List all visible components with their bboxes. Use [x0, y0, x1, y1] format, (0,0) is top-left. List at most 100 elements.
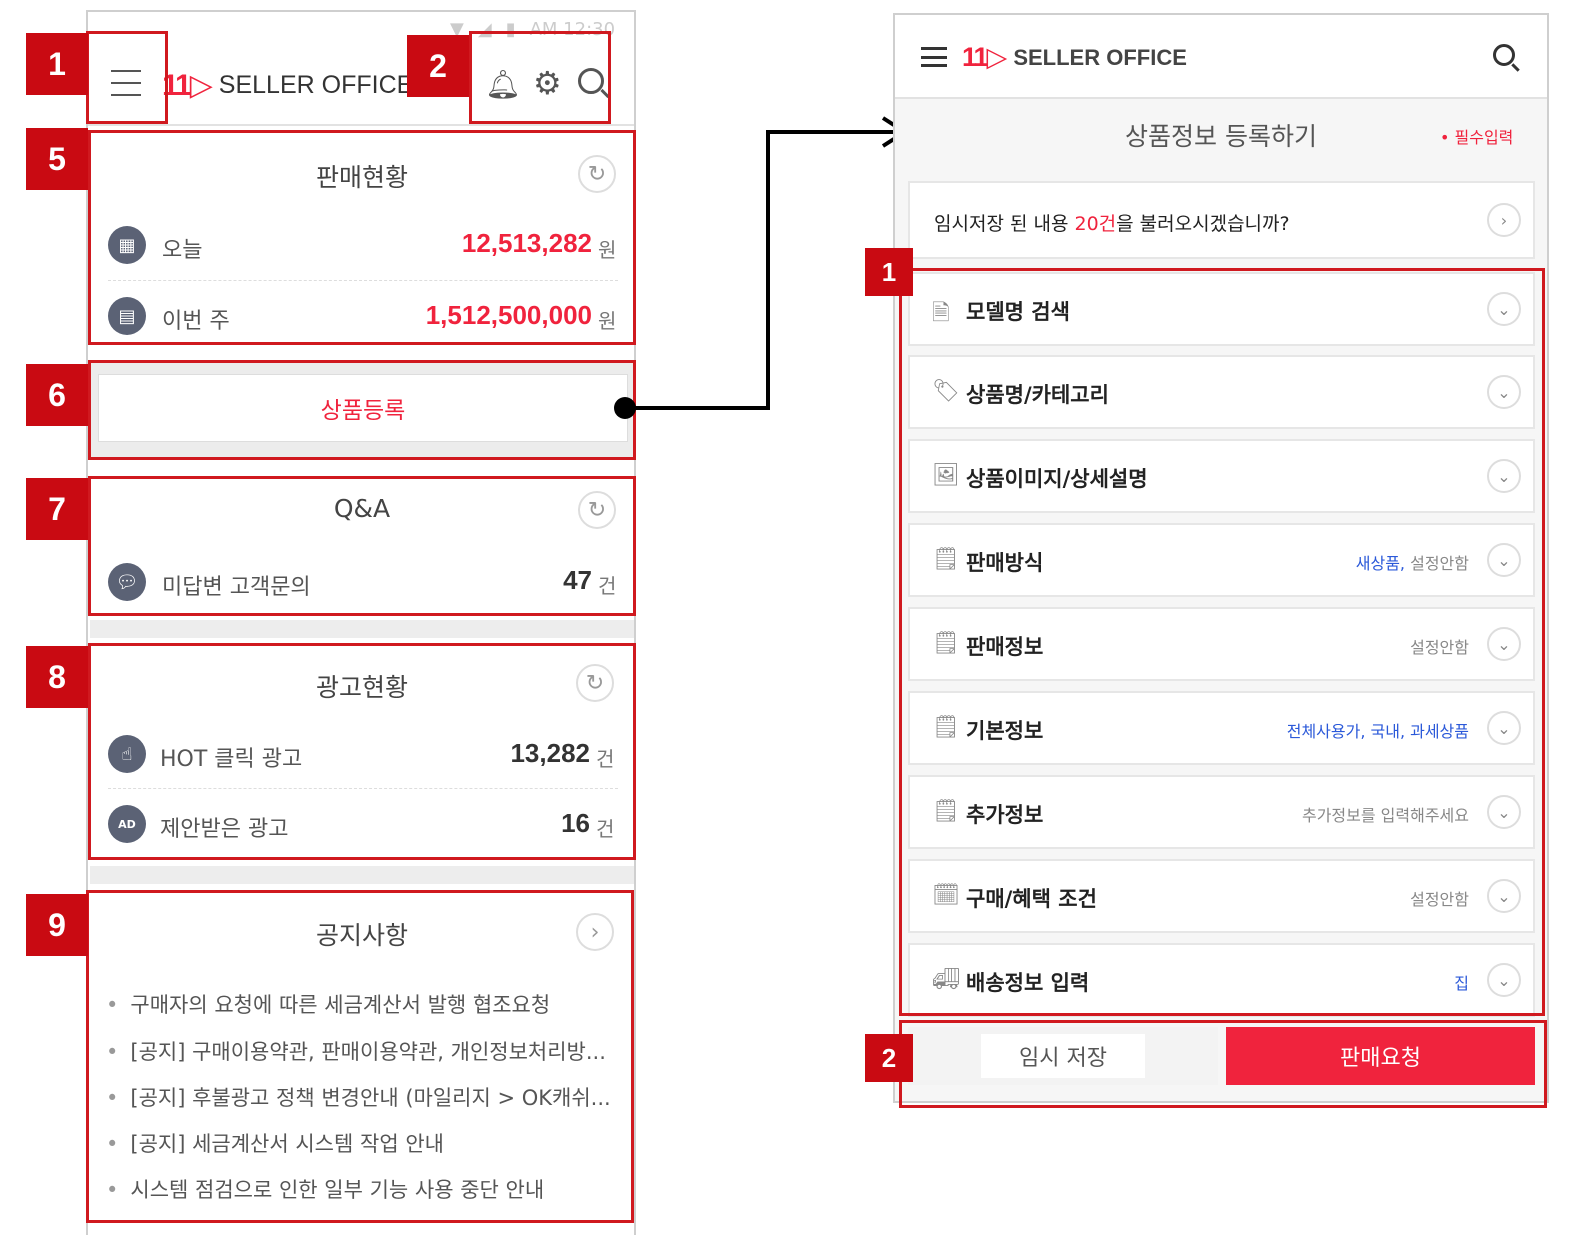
info-doc-icon: 🗒︎: [932, 799, 960, 824]
qna-refresh-icon[interactable]: ↻: [578, 491, 616, 529]
row-product-image-detail[interactable]: 🖼︎ 상품이미지/상세설명 ⌄: [908, 439, 1535, 513]
search-icon[interactable]: [1493, 44, 1515, 66]
row-product-name-category[interactable]: 🏷︎ 상품명/카테고리 ⌄: [908, 355, 1535, 429]
status-time: AM 12:30: [529, 18, 616, 40]
gear-icon[interactable]: ⚙: [533, 64, 562, 102]
temp-load-prefix: 임시저장 된 내용: [934, 213, 1075, 235]
chevron-down-icon: ⌄: [1487, 375, 1521, 409]
logo-arrow-icon: ▷: [986, 42, 1008, 73]
badge-8: 8: [26, 646, 88, 708]
row-label: 모델명 검색: [966, 300, 1070, 324]
row-label: 상품명/카테고리: [966, 383, 1109, 407]
section-separator-2: [90, 866, 634, 884]
register-product-label: 상품등록: [320, 398, 406, 424]
tag-icon: 🏷︎: [932, 379, 960, 404]
row-label: 추가정보: [966, 803, 1044, 827]
section-separator: [90, 620, 634, 638]
temp-load-banner[interactable]: 임시저장 된 내용 20건을 불러오시겠습니까? ›: [908, 181, 1535, 259]
row-value: 추가정보를 입력해주세요: [1301, 806, 1469, 825]
today-value: 12,513,282: [461, 228, 592, 258]
badge-right-1: 1: [865, 248, 913, 296]
chevron-down-icon: ⌄: [1487, 459, 1521, 493]
chevron-down-icon: ⌄: [1487, 711, 1521, 745]
badge-7: 7: [26, 478, 88, 540]
calendar-week-icon: ▤: [108, 297, 146, 335]
seller-office-logo: 11 ▷ SELLER OFFICE: [162, 68, 413, 103]
click-pointer-icon: ☝︎: [108, 735, 146, 773]
row-shipping-info[interactable]: 🚚︎ 배송정보 입력 집 ⌄: [908, 943, 1535, 1017]
badge-2: 2: [407, 35, 469, 97]
battery-icon: ▮: [505, 18, 516, 40]
row-label: 판매방식: [966, 551, 1044, 575]
row-label: 판매정보: [966, 635, 1044, 659]
doc-icon: 🗒︎: [932, 547, 960, 572]
badge-1: 1: [26, 33, 88, 95]
chevron-down-icon: ⌄: [1487, 627, 1521, 661]
notices-more-icon[interactable]: ›: [576, 913, 614, 951]
proposed-ad-label: 제안받은 광고: [160, 817, 289, 842]
hot-ad-unit: 건: [596, 747, 615, 771]
row-value-blue: 새상품,: [1355, 554, 1406, 573]
logo-mark: 11: [162, 68, 192, 102]
calendar-check-icon: ▦: [108, 226, 146, 264]
badge-6: 6: [26, 364, 88, 426]
temp-save-button[interactable]: 임시 저장: [908, 1027, 1218, 1085]
hot-ad-label: HOT 클릭 광고: [160, 747, 303, 772]
row-model-search[interactable]: 🗎 모델명 검색 ⌄: [908, 272, 1535, 346]
logo-mark: 11: [962, 42, 989, 72]
row-value: 전체사용가, 국내, 과세상품: [1286, 722, 1469, 741]
row-sales-info[interactable]: 🗒︎ 판매정보 설정안함 ⌄: [908, 607, 1535, 681]
notice-item[interactable]: 시스템 점검으로 인한 일부 기능 사용 중단 안내: [106, 1174, 544, 1204]
notices-title: 공지사항: [315, 921, 408, 950]
week-label: 이번 주: [162, 309, 230, 334]
submit-sale-button[interactable]: 판매요청: [1226, 1027, 1535, 1085]
badge-right-2: 2: [865, 1034, 913, 1082]
won-doc-icon: 🗒︎: [932, 631, 960, 656]
row-sales-method[interactable]: 🗒︎ 판매방식 새상품, 설정안함 ⌄: [908, 523, 1535, 597]
calendar-icon: 🗓︎: [932, 883, 960, 908]
row-label: 구매/혜택 조건: [966, 887, 1097, 911]
proposed-ad-value: 16: [561, 808, 590, 838]
sales-divider: [108, 280, 618, 281]
seller-office-logo: 11 ▷ SELLER OFFICE: [962, 42, 1187, 73]
qna-title: Q&A: [333, 494, 391, 523]
today-label: 오늘: [162, 238, 203, 263]
ad-icon: AD: [108, 805, 146, 843]
chevron-right-icon: ›: [1487, 203, 1521, 237]
chevron-down-icon: ⌄: [1487, 795, 1521, 829]
notice-item[interactable]: 구매자의 요청에 따른 세금계산서 발행 협조요청: [106, 989, 550, 1019]
image-icon: 🖼︎: [932, 463, 960, 488]
row-value: 설정안함: [1410, 638, 1469, 657]
row-additional-info[interactable]: 🗒︎ 추가정보 추가정보를 입력해주세요 ⌄: [908, 775, 1535, 849]
header-divider: [88, 124, 634, 126]
logo-text: SELLER OFFICE: [218, 71, 414, 99]
bell-icon[interactable]: 🔔︎: [485, 68, 521, 101]
truck-icon: 🚚︎: [932, 967, 960, 992]
ads-divider: [108, 788, 618, 789]
week-value: 1,512,500,000: [425, 300, 592, 330]
status-bar: ▼ ◢ ▮ AM 12:30: [450, 16, 630, 42]
ads-refresh-icon[interactable]: ↻: [576, 664, 614, 702]
temp-load-suffix: 을 불러오시겠습니까?: [1116, 213, 1290, 235]
temp-load-count: 20건: [1074, 213, 1117, 235]
hot-ad-value: 13,282: [510, 738, 590, 768]
hamburger-icon[interactable]: [111, 70, 141, 96]
notice-item[interactable]: [공지] 구매이용약관, 판매이용약관, 개인정보처리방...: [106, 1036, 606, 1066]
logo-text: SELLER OFFICE: [1013, 44, 1187, 70]
chat-bubble-icon: 💬︎: [108, 563, 146, 601]
row-value: 설정안함: [1410, 890, 1469, 909]
register-product-button[interactable]: 상품등록: [98, 374, 628, 442]
qna-unit: 건: [598, 574, 617, 598]
hamburger-icon[interactable]: [921, 47, 947, 67]
row-value-gray: 설정안함: [1410, 554, 1469, 573]
row-purchase-benefit[interactable]: 🗓︎ 구매/혜택 조건 설정안함 ⌄: [908, 859, 1535, 933]
row-label: 상품이미지/상세설명: [966, 467, 1148, 491]
signal-icon: ◢: [477, 18, 492, 40]
temp-load-text: 임시저장 된 내용 20건을 불러오시겠습니까?: [934, 209, 1290, 236]
notice-item[interactable]: [공지] 후불광고 정책 변경안내 (마일리지 > OK캐쉬...: [106, 1082, 610, 1112]
row-label: 배송정보 입력: [966, 971, 1090, 995]
submit-sale-label: 판매요청: [1340, 1046, 1421, 1071]
notice-item[interactable]: [공지] 세금계산서 시스템 작업 안내: [106, 1128, 444, 1158]
row-basic-info[interactable]: 🗒︎ 기본정보 전체사용가, 국내, 과세상품 ⌄: [908, 691, 1535, 765]
row-value: 새상품, 설정안함: [1356, 550, 1469, 574]
